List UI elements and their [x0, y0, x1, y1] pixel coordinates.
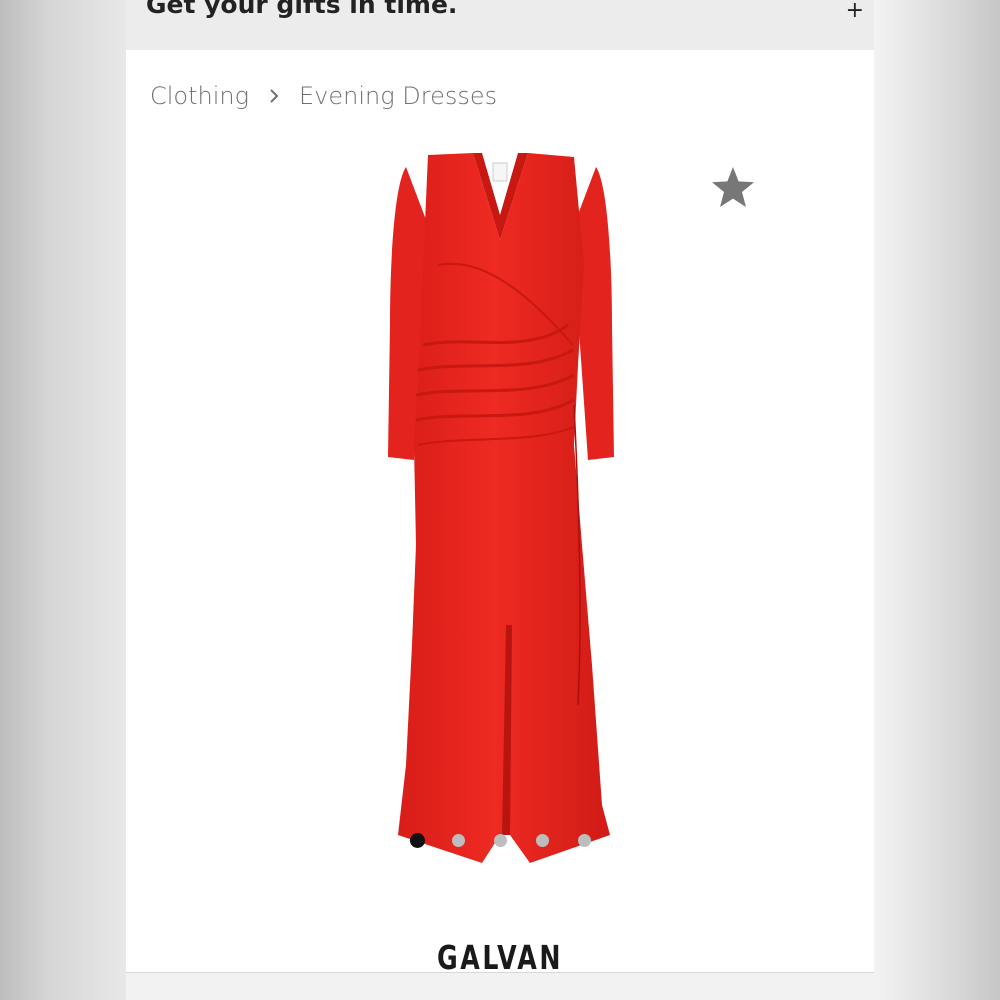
- carousel-dot[interactable]: [452, 834, 465, 847]
- background-right-edge: [874, 0, 1000, 1000]
- carousel-dot[interactable]: [536, 834, 549, 847]
- promo-banner[interactable]: Get your gifts in time. +: [126, 0, 874, 50]
- background-left-edge: [0, 0, 126, 1000]
- image-carousel-indicator: [408, 833, 598, 850]
- breadcrumb-item-evening-dresses[interactable]: Evening Dresses: [299, 82, 497, 110]
- carousel-dot[interactable]: [410, 833, 425, 848]
- dress-image[interactable]: [378, 145, 623, 880]
- star-icon[interactable]: [710, 164, 756, 210]
- breadcrumb: Clothing Evening Dresses: [150, 80, 497, 112]
- breadcrumb-item-clothing[interactable]: Clothing: [150, 82, 249, 110]
- product-page: Get your gifts in time. + Clothing Eveni…: [126, 0, 874, 1000]
- expand-icon[interactable]: +: [846, 0, 864, 22]
- bottom-bar: [126, 972, 874, 1000]
- carousel-dot[interactable]: [494, 834, 507, 847]
- promo-banner-text: Get your gifts in time.: [146, 0, 458, 19]
- chevron-right-icon: [270, 89, 279, 103]
- carousel-dot[interactable]: [578, 834, 591, 847]
